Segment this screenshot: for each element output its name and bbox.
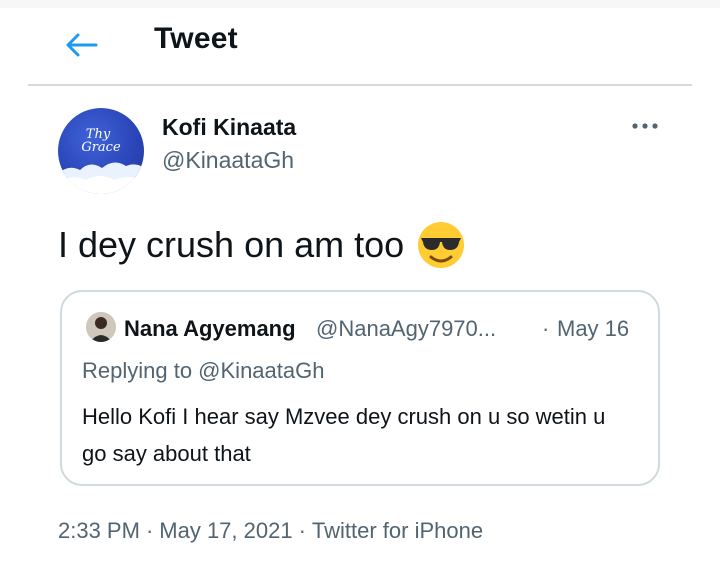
replying-to: Replying to @KinaataGh [82,358,325,383]
top-strip [0,0,720,8]
author-handle[interactable]: @KinaataGh [162,147,294,174]
page-header: Tweet [28,8,692,86]
arrow-left-icon[interactable] [64,32,98,58]
avatar-image: Thy Grace [58,127,144,194]
author-name[interactable]: Kofi Kinaata [162,114,296,141]
avatar[interactable]: Thy Grace [58,108,144,194]
quoted-separator: · [542,316,550,341]
more-options-icon[interactable] [630,118,660,134]
meta-separator: · [145,518,154,543]
tweet-meta: 2:33 PM · May 17, 2021 · Twitter for iPhone [58,518,483,544]
quoted-author-handle: @NanaAgy7970... [316,316,497,341]
tweet-source[interactable]: Twitter for iPhone [312,518,483,543]
smiling-face-with-sunglasses-icon [418,222,465,268]
quoted-author-name: Nana Agyemang [124,316,296,341]
quoted-avatar [86,312,116,342]
tweet-text-row: I dey crush on am too [58,220,466,270]
quoted-date: May 16 [557,316,630,341]
quoted-text: Hello Kofi I hear say Mzvee dey crush on… [82,404,606,466]
tweet-text: I dey crush on am too [58,224,405,265]
page-title: Tweet [154,22,238,55]
quoted-tweet[interactable]: Nana Agyemang @NanaAgy7970... · May 16 R… [60,290,660,486]
tweet-time: 2:33 PM [58,518,140,543]
tweet-date: May 17, 2021 [159,518,293,543]
meta-separator: · [298,518,306,543]
avatar-text-line2: Grace [81,140,121,155]
